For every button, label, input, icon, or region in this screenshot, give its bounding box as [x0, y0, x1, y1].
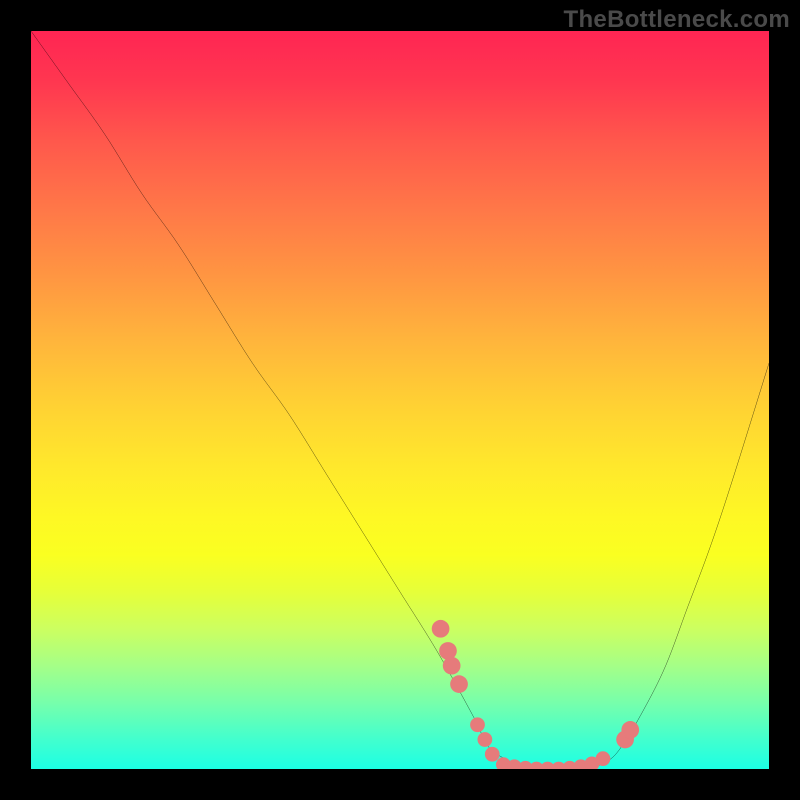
data-point — [485, 747, 500, 762]
watermark-text: TheBottleneck.com — [564, 6, 790, 34]
data-point — [450, 675, 468, 693]
data-point — [477, 732, 492, 747]
data-point — [596, 751, 611, 766]
data-point — [443, 657, 461, 675]
bottleneck-curve — [31, 31, 769, 769]
data-point — [621, 721, 639, 739]
chart-frame: TheBottleneck.com — [0, 0, 800, 800]
data-point — [439, 642, 457, 660]
data-point — [470, 717, 485, 732]
data-point — [432, 620, 450, 638]
plot-area — [31, 31, 769, 769]
data-point-markers — [432, 620, 639, 769]
curve-overlay — [31, 31, 769, 769]
